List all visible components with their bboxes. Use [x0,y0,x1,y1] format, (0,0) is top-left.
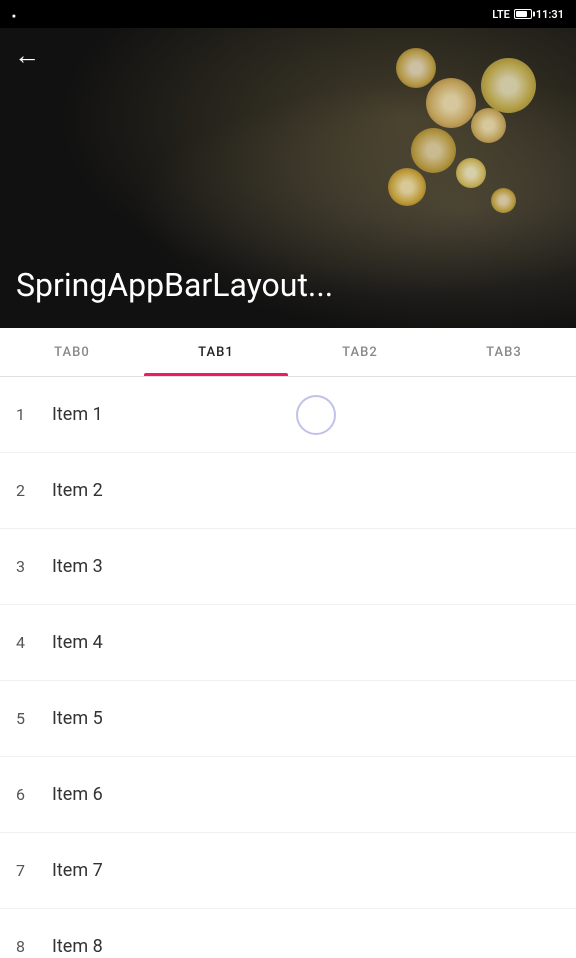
ripple-effect [296,395,336,435]
floral-circle-5 [456,158,486,188]
item-label: Item 1 [52,404,103,425]
item-label: Item 5 [52,708,103,729]
tab-tab1-label: TAB1 [198,345,234,360]
item-label: Item 7 [52,860,103,881]
item-number: 1 [16,405,52,424]
floral-circle-4 [411,128,456,173]
floral-decoration [336,48,536,268]
item-number: 6 [16,785,52,804]
battery-icon [514,9,532,19]
list-item[interactable]: 7 Item 7 [0,833,576,909]
list-item[interactable]: 8 Item 8 [0,909,576,958]
status-bar-right: LTE 11:31 [492,8,564,21]
list-item[interactable]: 5 Item 5 [0,681,576,757]
tab-tab3-label: TAB3 [486,345,522,360]
back-button[interactable]: ← [14,42,40,68]
list-item[interactable]: 6 Item 6 [0,757,576,833]
floral-circle-1 [426,78,476,128]
item-number: 2 [16,481,52,500]
floral-circle-8 [388,168,426,206]
item-label: Item 6 [52,784,103,805]
app-bar: ← SpringAppBarLayout... [0,28,576,328]
item-number: 8 [16,937,52,956]
floral-circle-6 [481,58,536,113]
lte-label: LTE [492,8,510,21]
tab-tab2-label: TAB2 [342,345,378,360]
item-number: 3 [16,557,52,576]
item-number: 4 [16,633,52,652]
list-container: 1 Item 1 2 Item 2 3 Item 3 4 Item 4 5 It… [0,377,576,958]
tab-tab1[interactable]: TAB1 [144,328,288,376]
floral-circle-7 [491,188,516,213]
list-item[interactable]: 3 Item 3 [0,529,576,605]
floral-circle-3 [471,108,506,143]
tabs-bar: TAB0 TAB1 TAB2 TAB3 [0,328,576,377]
item-label: Item 8 [52,936,103,957]
tab-tab0[interactable]: TAB0 [0,328,144,376]
item-label: Item 2 [52,480,103,501]
status-bar: ▪ LTE 11:31 [0,0,576,28]
phone-icon: ▪ [12,10,16,23]
floral-circle-2 [396,48,436,88]
item-label: Item 3 [52,556,103,577]
list-item[interactable]: 4 Item 4 [0,605,576,681]
item-number: 7 [16,861,52,880]
time-label: 11:31 [536,8,564,21]
app-bar-title: SpringAppBarLayout... [16,266,333,304]
item-number: 5 [16,709,52,728]
status-bar-left: ▪ [12,5,16,24]
tab-tab0-label: TAB0 [54,345,90,360]
tab-tab2[interactable]: TAB2 [288,328,432,376]
list-item[interactable]: 1 Item 1 [0,377,576,453]
item-label: Item 4 [52,632,103,653]
tab-tab3[interactable]: TAB3 [432,328,576,376]
list-item[interactable]: 2 Item 2 [0,453,576,529]
